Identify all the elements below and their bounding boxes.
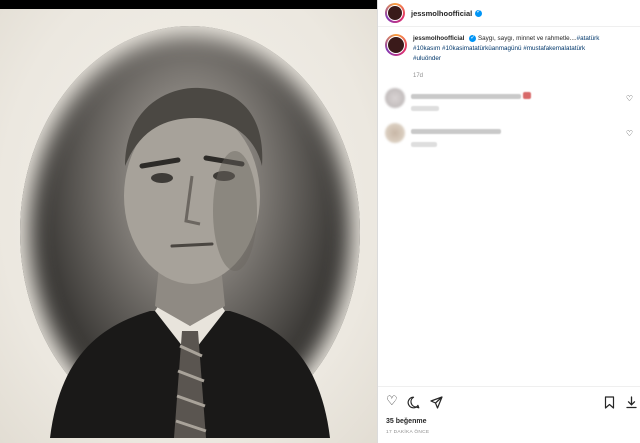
caption-username[interactable]: jessmolhoofficial — [413, 35, 464, 42]
avatar[interactable] — [385, 3, 405, 23]
post-header: jessmolhoofficial — [378, 0, 640, 27]
comment-heart-icon[interactable]: ♡ — [626, 94, 633, 103]
comment-meta-blurred — [411, 106, 439, 111]
hashtag-link[interactable]: #uluönder — [413, 55, 441, 62]
post-timestamp: 17 DAKİKA ÖNCE — [386, 430, 430, 435]
comment-heart-icon[interactable]: ♡ — [626, 129, 633, 138]
comment-item: ♡ — [385, 123, 635, 153]
comment-item: ♡ — [385, 88, 635, 118]
comment-text-blurred — [411, 94, 521, 99]
username-link[interactable]: jessmolhoofficial — [411, 9, 472, 18]
caption: jessmolhoofficial Saygı, saygı, minnet v… — [385, 33, 635, 81]
portrait-image — [50, 87, 330, 438]
hashtag-link[interactable]: #10kasım #10kasimatatürküanmagünü #musta… — [413, 45, 585, 52]
photo-top-bar — [0, 0, 377, 9]
hashtag-link[interactable]: #atatürk — [577, 35, 600, 42]
verified-badge-icon — [475, 8, 483, 17]
post-actions: ♡ 35 beğenme 17 DAKİKA ÖNCE — [378, 386, 640, 443]
bookmark-icon[interactable] — [604, 396, 615, 409]
verified-badge-icon — [469, 33, 477, 43]
caption-body: Saygı, saygı, minnet ve rahmetle.... — [477, 35, 577, 42]
comment-avatar[interactable] — [385, 123, 405, 143]
share-icon[interactable] — [430, 396, 443, 409]
post-age: 17d — [413, 73, 424, 79]
heart-icon[interactable]: ♡ — [386, 395, 398, 408]
post-side-panel: jessmolhoofficial jessmolhoofficial Sayg… — [377, 0, 640, 443]
comment-text-blurred — [411, 129, 501, 134]
caption-text: jessmolhoofficial Saygı, saygı, minnet v… — [413, 33, 633, 81]
comment-meta-blurred — [411, 142, 437, 147]
comment-emoji-blurred — [523, 92, 531, 99]
likes-count[interactable]: 35 beğenme — [386, 418, 426, 425]
post-image-panel[interactable] — [0, 0, 377, 443]
comment-icon[interactable] — [407, 396, 420, 409]
caption-avatar[interactable] — [385, 34, 407, 56]
comment-avatar[interactable] — [385, 88, 405, 108]
download-icon[interactable] — [626, 396, 637, 409]
